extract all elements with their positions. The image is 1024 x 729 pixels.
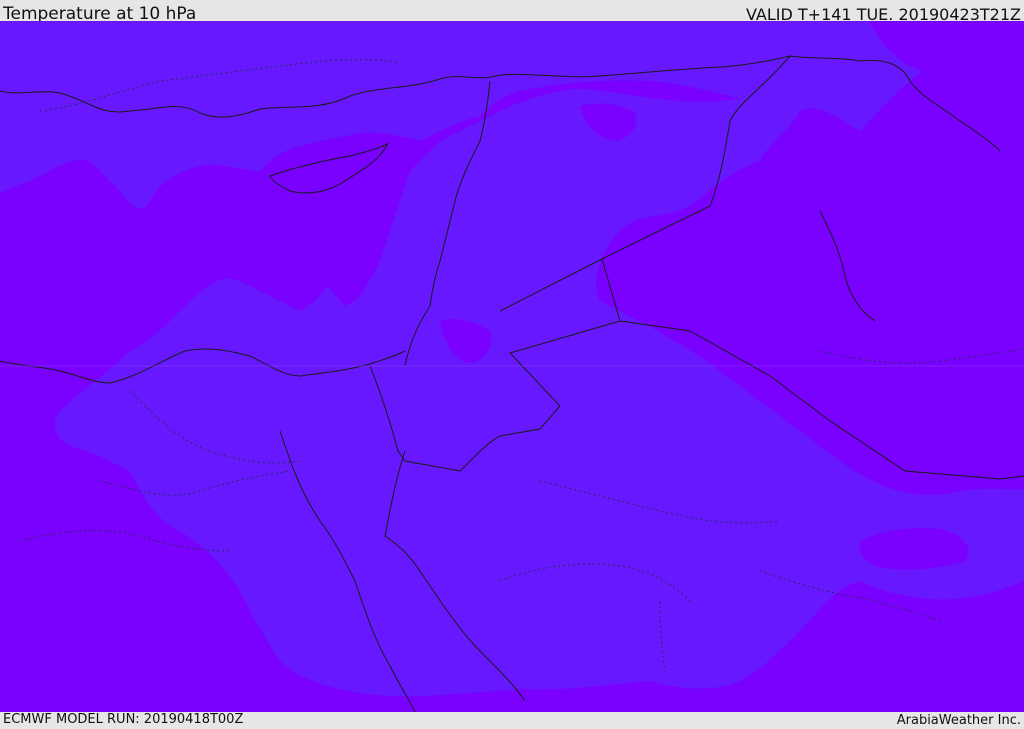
credit-label: ArabiaWeather Inc. xyxy=(896,713,1021,728)
map-canvas xyxy=(0,21,1024,712)
model-run-label: ECMWF MODEL RUN: 20190418T00Z xyxy=(3,712,244,727)
weather-map xyxy=(0,21,1024,712)
header-bar: Temperature at 10 hPa VALID T+141 TUE. 2… xyxy=(0,0,1024,24)
footer-bar: ECMWF MODEL RUN: 20190418T00Z ArabiaWeat… xyxy=(0,712,1024,729)
